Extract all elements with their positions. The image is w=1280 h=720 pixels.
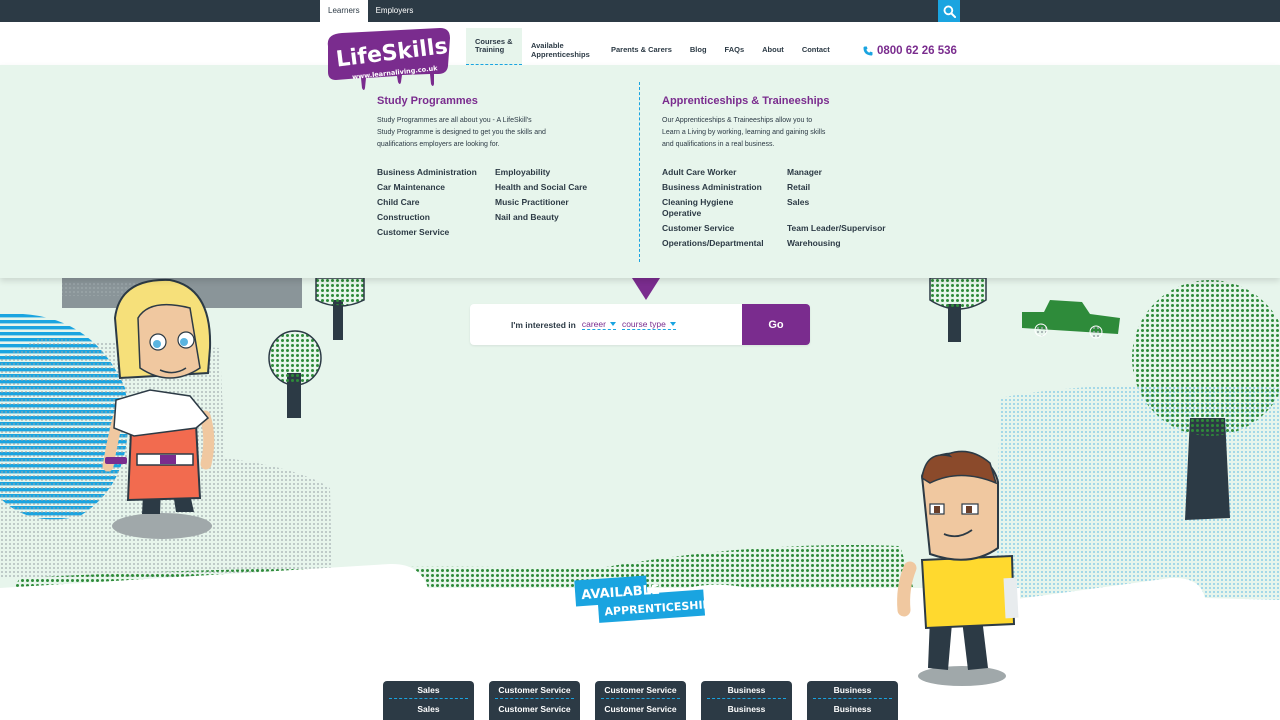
link-business-administration[interactable]: Business Administration bbox=[377, 167, 483, 178]
menu-divider bbox=[639, 82, 640, 262]
audience-tabs: Learners Employers bbox=[320, 0, 421, 22]
course-finder: I'm interested in career course type Go bbox=[470, 304, 810, 345]
nav-faqs[interactable]: FAQs bbox=[716, 28, 754, 65]
apprenticeship-card[interactable]: Sales Sales bbox=[383, 681, 474, 720]
course-type-dropdown[interactable]: course type bbox=[621, 319, 676, 330]
career-dropdown[interactable]: career bbox=[581, 319, 617, 330]
nav-courses-training[interactable]: Courses & Training bbox=[466, 28, 522, 65]
apprenticeship-card[interactable]: Business Business bbox=[807, 681, 898, 720]
study-programmes-links: Business Administration Employability Ca… bbox=[377, 167, 605, 238]
link-adult-care-worker[interactable]: Adult Care Worker bbox=[662, 167, 775, 178]
link-car-maintenance[interactable]: Car Maintenance bbox=[377, 182, 483, 193]
nav-parents-carers[interactable]: Parents & Carers bbox=[602, 28, 681, 65]
link-manager[interactable]: Manager bbox=[787, 167, 907, 178]
apprenticeships-links: Adult Care Worker Manager Business Admin… bbox=[662, 167, 907, 249]
apprenticeships-column: Apprenticeships & Traineeships Our Appre… bbox=[662, 65, 907, 249]
nav-contact[interactable]: Contact bbox=[793, 28, 839, 65]
phone-number: 0800 62 26 536 bbox=[877, 45, 957, 57]
go-button[interactable]: Go bbox=[742, 304, 810, 345]
apprenticeship-card[interactable]: Business Business bbox=[701, 681, 792, 720]
search-icon bbox=[943, 5, 956, 18]
apprenticeship-card[interactable]: Customer Service Customer Service bbox=[489, 681, 580, 720]
link-cleaning-hygiene-operative[interactable]: Cleaning Hygiene Operative bbox=[662, 197, 752, 219]
hero-section: AVAILABLE APPRENTICESHIPS I'm interested… bbox=[0, 278, 1280, 720]
nav-about[interactable]: About bbox=[753, 28, 793, 65]
link-sales[interactable]: Sales bbox=[787, 197, 907, 219]
link-health-social-care[interactable]: Health and Social Care bbox=[495, 182, 605, 193]
apprenticeship-card[interactable]: Customer Service Customer Service bbox=[595, 681, 686, 720]
link-warehousing[interactable]: Warehousing bbox=[787, 238, 907, 249]
nav-blog[interactable]: Blog bbox=[681, 28, 716, 65]
link-music-practitioner[interactable]: Music Practitioner bbox=[495, 197, 605, 208]
finder-label: I'm interested in bbox=[511, 319, 576, 330]
link-customer-service[interactable]: Customer Service bbox=[377, 227, 483, 238]
phone-icon bbox=[863, 46, 873, 56]
link-team-leader-supervisor[interactable]: Team Leader/Supervisor bbox=[787, 223, 907, 234]
courses-mega-menu: Study Programmes Study Programmes are al… bbox=[0, 65, 1280, 278]
apprenticeships-heading[interactable]: Apprenticeships & Traineeships bbox=[662, 95, 907, 107]
link-child-care[interactable]: Child Care bbox=[377, 197, 483, 208]
lifeskills-logo[interactable]: LifeSkills www.learnaliving.co.uk bbox=[322, 26, 452, 98]
apprenticeships-description: Our Apprenticeships & Traineeships allow… bbox=[662, 117, 826, 148]
link-employability[interactable]: Employability bbox=[495, 167, 605, 178]
link-nail-beauty[interactable]: Nail and Beauty bbox=[495, 212, 605, 223]
apprenticeship-cards: Sales Sales Customer Service Customer Serv… bbox=[383, 681, 898, 720]
nav-available-apprenticeships[interactable]: Available Apprenticeships bbox=[522, 28, 602, 65]
link-construction[interactable]: Construction bbox=[377, 212, 483, 223]
phone-link[interactable]: 0800 62 26 536 bbox=[863, 45, 957, 57]
tab-employers[interactable]: Employers bbox=[368, 0, 422, 22]
link-operations-departmental[interactable]: Operations/Departmental bbox=[662, 238, 775, 249]
link-retail[interactable]: Retail bbox=[787, 182, 907, 193]
link-appr-business-administration[interactable]: Business Administration bbox=[662, 182, 775, 193]
study-programmes-description: Study Programmes are all about you - A L… bbox=[377, 117, 546, 148]
top-bar: Learners Employers bbox=[0, 0, 1280, 22]
main-nav: Courses & Training Available Apprentices… bbox=[466, 28, 839, 65]
tab-learners[interactable]: Learners bbox=[320, 0, 368, 22]
search-button[interactable] bbox=[938, 0, 960, 22]
link-appr-customer-service[interactable]: Customer Service bbox=[662, 223, 775, 234]
